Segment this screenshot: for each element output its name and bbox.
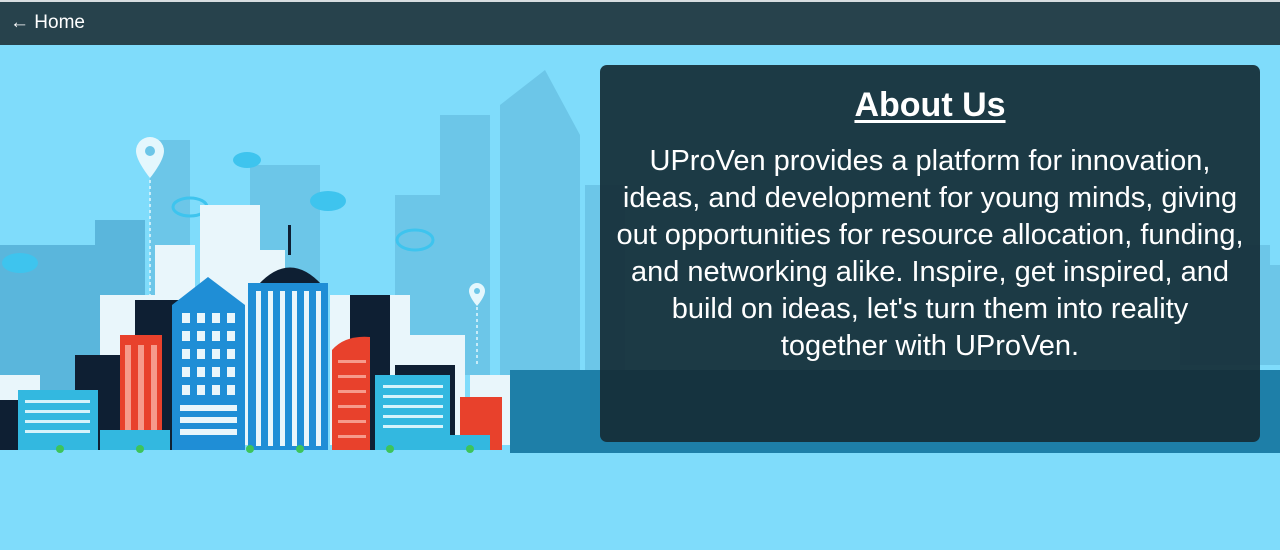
home-link[interactable]: ← Home	[10, 12, 85, 34]
about-us-description: UProVen provides a platform for innovati…	[616, 145, 1244, 362]
lower-background	[0, 453, 1280, 550]
about-us-title: About Us	[854, 86, 1006, 124]
top-nav-bar: ← Home	[0, 0, 1280, 45]
about-us-card: About Us UProVen provides a platform for…	[600, 65, 1260, 442]
